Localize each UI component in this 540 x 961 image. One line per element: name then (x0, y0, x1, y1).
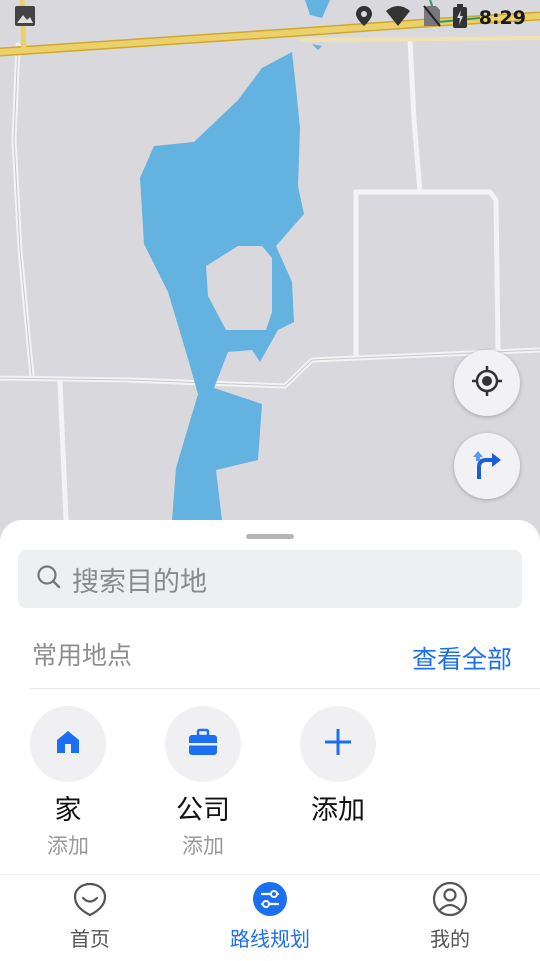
place-add[interactable]: 添加 (300, 706, 376, 826)
briefcase-icon (187, 727, 219, 761)
location-icon (355, 5, 373, 31)
search-placeholder: 搜索目的地 (72, 566, 207, 598)
no-sim-icon (422, 5, 441, 31)
status-time: 8:29 (478, 7, 526, 29)
battery-charging-icon (452, 4, 467, 32)
place-home-button[interactable] (30, 706, 106, 782)
status-bar: 8:29 (0, 0, 540, 36)
tab-route-plan-label: 路线规划 (230, 927, 310, 951)
tab-profile[interactable]: 我的 (390, 881, 510, 952)
view-all-link[interactable]: 查看全部 (412, 640, 512, 676)
place-home-name: 家 (54, 795, 82, 826)
tab-home[interactable]: 首页 (30, 881, 150, 952)
place-company-button[interactable] (165, 706, 241, 782)
route-button[interactable] (454, 433, 520, 499)
place-company-sub: 添加 (182, 834, 224, 858)
search-input[interactable]: 搜索目的地 (18, 550, 522, 608)
home-tab-icon (30, 881, 150, 917)
frequent-places-title: 常用地点 (32, 641, 133, 670)
place-home[interactable]: 家 添加 (30, 706, 106, 858)
home-icon (53, 727, 83, 761)
tab-bar: 首页 路线规划 我的 (0, 874, 540, 961)
place-company-name: 公司 (176, 795, 230, 826)
wifi-icon (385, 5, 411, 31)
plus-icon (323, 727, 353, 761)
place-add-name: 添加 (311, 795, 365, 826)
route-plan-icon (210, 881, 330, 917)
gallery-icon (14, 5, 36, 31)
search-icon (36, 564, 62, 594)
add-place-button[interactable] (300, 706, 376, 782)
crosshair-icon (470, 364, 504, 402)
tab-profile-label: 我的 (430, 927, 470, 951)
sheet-drag-handle[interactable] (246, 534, 294, 539)
locate-button[interactable] (454, 350, 520, 416)
profile-icon (390, 881, 510, 917)
place-company[interactable]: 公司 添加 (165, 706, 241, 858)
place-home-sub: 添加 (47, 834, 89, 858)
divider (30, 688, 540, 689)
turn-arrow-icon (470, 447, 504, 485)
tab-route-plan[interactable]: 路线规划 (210, 881, 330, 952)
tab-home-label: 首页 (70, 927, 110, 951)
